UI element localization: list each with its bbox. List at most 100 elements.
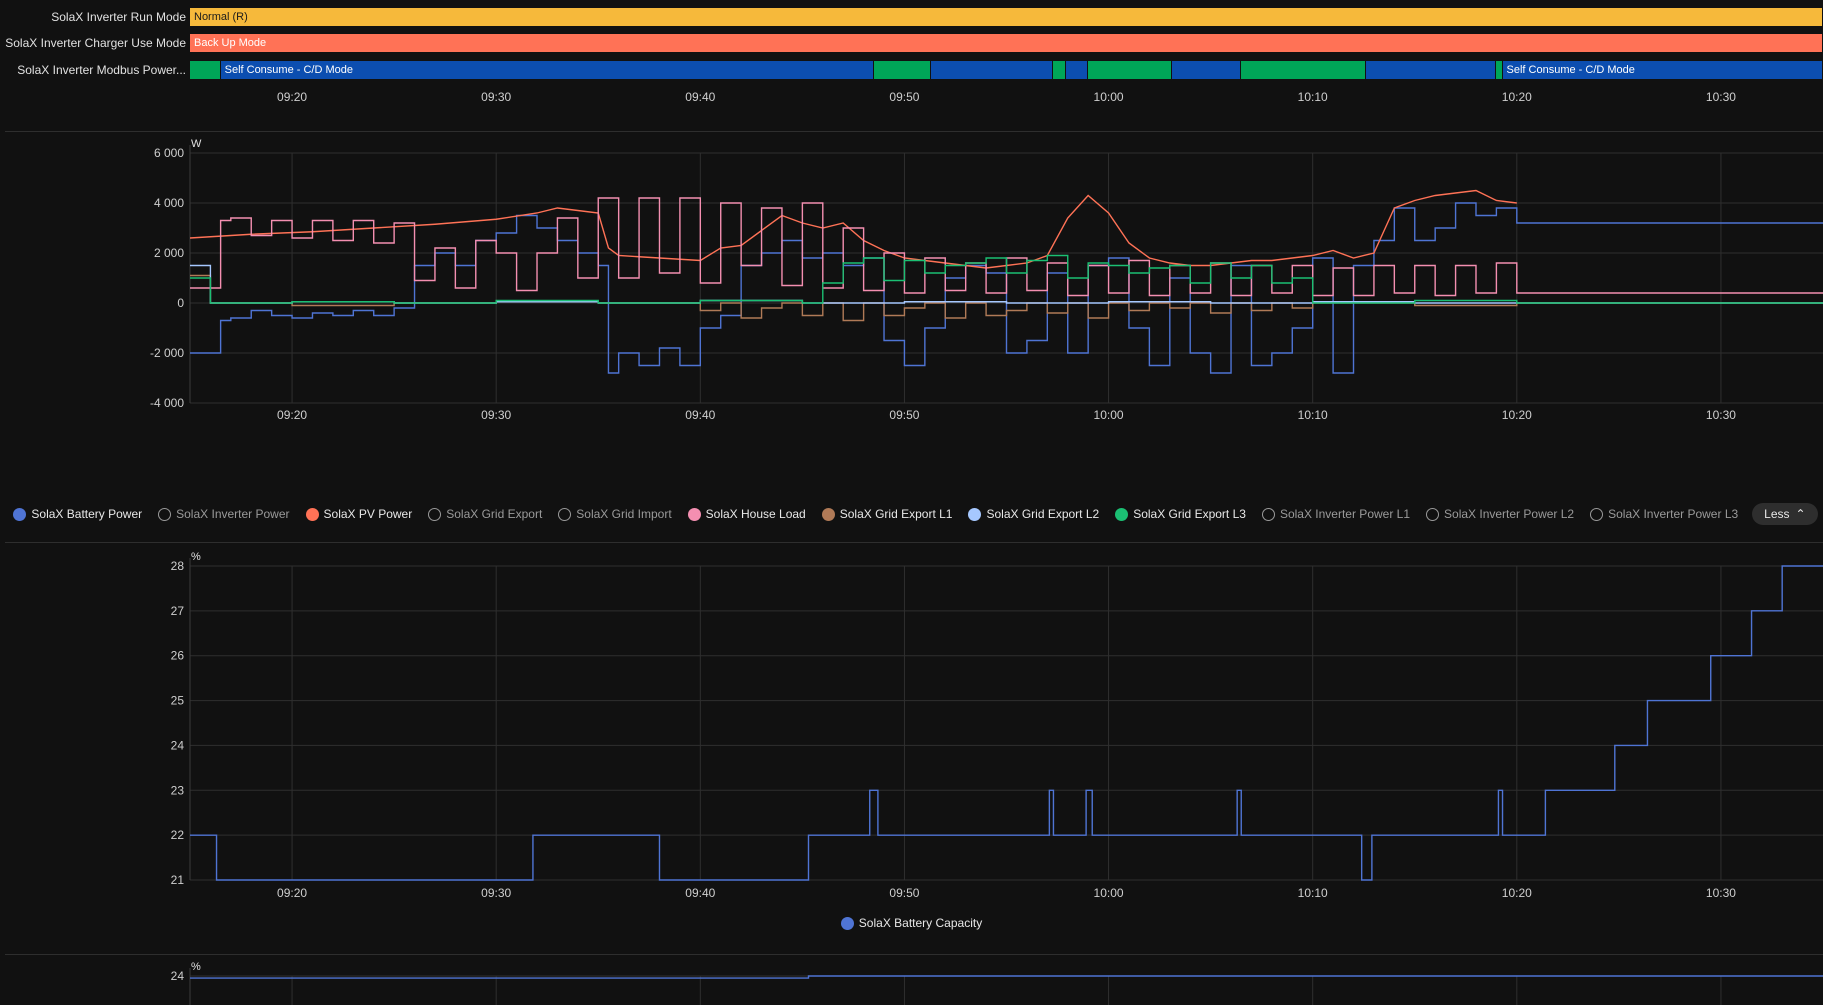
- legend-label: SolaX Grid Export L2: [986, 507, 1100, 521]
- y-tick-label: 2 000: [154, 246, 184, 260]
- section-divider: [5, 131, 1823, 132]
- legend-label: SolaX Inverter Power: [176, 507, 290, 521]
- x-tick-label: 10:20: [1502, 408, 1532, 422]
- x-tick-label: 10:30: [1706, 408, 1736, 422]
- legend-item-solax-grid-export[interactable]: SolaX Grid Export: [428, 507, 542, 521]
- x-tick-label: 09:40: [685, 886, 715, 900]
- series-line-solax-house-load: [190, 197, 1823, 297]
- legend-item-solax-battery-capacity[interactable]: SolaX Battery Capacity: [840, 916, 983, 930]
- legend-dot-icon: [1115, 507, 1129, 521]
- y-tick-label: 24: [171, 738, 185, 752]
- timeline-segment[interactable]: Self Consume - C/D Mode: [220, 61, 873, 79]
- timeline-segment[interactable]: [1365, 61, 1496, 79]
- x-tick-label: 10:00: [1094, 886, 1124, 900]
- legend-dot-icon: [1426, 507, 1440, 521]
- legend-item-solax-inverter-power-l3[interactable]: SolaX Inverter Power L3: [1590, 507, 1738, 521]
- y-tick-label: -2 000: [150, 346, 184, 360]
- y-tick-label: 21: [171, 873, 185, 887]
- legend-label: SolaX Battery Power: [31, 507, 143, 521]
- legend-less-button[interactable]: Less ⌃: [1752, 503, 1818, 525]
- x-tick-label: 09:50: [889, 408, 919, 422]
- timeline-segment[interactable]: Normal (R): [190, 8, 1822, 26]
- y-tick-label: 27: [171, 604, 185, 618]
- legend-label: SolaX Battery Capacity: [858, 916, 983, 930]
- legend-item-solax-inverter-power[interactable]: SolaX Inverter Power: [158, 507, 290, 521]
- timeline-segment[interactable]: [1088, 61, 1171, 79]
- timeline-segment[interactable]: [873, 61, 930, 79]
- chevron-up-icon: ⌃: [1795, 507, 1806, 521]
- y-tick-label: 6 000: [154, 146, 184, 160]
- x-tick-label: 10:10: [1298, 408, 1328, 422]
- legend-item-solax-inverter-power-l1[interactable]: SolaX Inverter Power L1: [1261, 507, 1411, 521]
- timeline-tick-label: 10:10: [1297, 90, 1328, 104]
- timeline-tick-label: 10:20: [1501, 90, 1532, 104]
- grid: [189, 968, 1823, 1005]
- timeline-tick-label: 09:20: [277, 90, 308, 104]
- timeline-segment[interactable]: Self Consume - C/D Mode: [1502, 61, 1822, 79]
- legend-dot-icon: [821, 507, 835, 521]
- series-line-solax-battery-capacity: [190, 565, 1823, 881]
- y-tick-label: 26: [171, 649, 185, 663]
- timeline-track: Back Up Mode: [190, 34, 1823, 52]
- legend-dot-icon: [158, 507, 172, 521]
- timeline-row-label: SolaX Inverter Run Mode: [51, 10, 186, 24]
- legend-item-solax-battery-power[interactable]: SolaX Battery Power: [13, 507, 142, 521]
- grid: [189, 558, 1823, 881]
- legend-dot-icon: [687, 507, 701, 521]
- y-tick-label: 22: [171, 828, 185, 842]
- legend-item-solax-pv-power[interactable]: SolaX PV Power: [305, 507, 413, 521]
- y-tick-label: 25: [171, 694, 185, 708]
- timeline-segment[interactable]: [1065, 61, 1088, 79]
- legend-item-solax-house-load[interactable]: SolaX House Load: [687, 507, 806, 521]
- y-tick-label: 0: [177, 296, 184, 310]
- y-unit-label: W: [191, 138, 202, 150]
- legend-label: SolaX Grid Import: [576, 507, 672, 521]
- legend-dot-icon: [840, 916, 854, 930]
- legend-dot-icon: [1261, 507, 1275, 521]
- timeline-segment[interactable]: [1171, 61, 1241, 79]
- x-tick-label: 10:30: [1706, 886, 1736, 900]
- timeline-segment[interactable]: Back Up Mode: [190, 34, 1822, 52]
- battery-capacity-chart[interactable]: 28 27 26 25 24 23 22 21 09:20 09:30 09:40 09:50 10:0…: [0, 550, 1823, 905]
- battery-capacity-legend: SolaX Battery Capacity: [0, 916, 1823, 930]
- legend-label: SolaX Inverter Power L1: [1279, 507, 1411, 521]
- legend-label: SolaX PV Power: [323, 507, 413, 521]
- timeline-segment[interactable]: [930, 61, 1053, 79]
- x-tick-label: 09:20: [277, 886, 307, 900]
- x-tick-label: 10:10: [1298, 886, 1328, 900]
- legend-item-solax-grid-export-l2[interactable]: SolaX Grid Export L2: [968, 507, 1099, 521]
- legend-dot-icon: [968, 507, 982, 521]
- y-tick-label: 23: [171, 783, 185, 797]
- y-tick-label: -4 000: [150, 396, 184, 410]
- timeline-tick-label: 09:30: [481, 90, 512, 104]
- x-tick-label: 09:20: [277, 408, 307, 422]
- timeline-segment[interactable]: [1241, 61, 1365, 79]
- legend-dot-icon: [428, 507, 442, 521]
- power-chart-legend: SolaX Battery Power SolaX Inverter Power S…: [0, 503, 1823, 525]
- less-button-label: Less: [1764, 507, 1790, 521]
- timeline-segment[interactable]: [1496, 61, 1502, 79]
- legend-label: SolaX Inverter Power L2: [1444, 507, 1575, 521]
- legend-dot-icon: [1590, 507, 1604, 521]
- y-tick-label: 24: [171, 969, 185, 983]
- power-chart[interactable]: 6 000 4 000 2 000 0 -2 000 -4 000 09:20 09:30 09…: [0, 135, 1823, 495]
- timeline-tick-label: 10:30: [1705, 90, 1736, 104]
- timeline-segment[interactable]: [1053, 61, 1065, 79]
- timeline-row-label: SolaX Inverter Charger Use Mode: [5, 36, 186, 50]
- timeline-track: Self Consume - C/D Mode Self Consume - C/…: [190, 61, 1823, 79]
- legend-label: SolaX Inverter Power L3: [1608, 507, 1739, 521]
- legend-item-solax-inverter-power-l2[interactable]: SolaX Inverter Power L2: [1426, 507, 1574, 521]
- legend-item-solax-grid-export-l1[interactable]: SolaX Grid Export L1: [821, 507, 952, 521]
- legend-item-solax-grid-export-l3[interactable]: SolaX Grid Export L3: [1115, 507, 1246, 521]
- legend-label: SolaX House Load: [705, 507, 806, 521]
- y-unit-label: %: [191, 551, 201, 563]
- section-divider: [5, 954, 1823, 955]
- legend-dot-icon: [558, 507, 572, 521]
- y-unit-label: %: [191, 961, 201, 973]
- timeline-segment[interactable]: [190, 61, 220, 79]
- series-line-solax-pv-power: [190, 189, 1517, 269]
- x-tick-label: 10:00: [1094, 408, 1124, 422]
- legend-item-solax-grid-import[interactable]: SolaX Grid Import: [558, 507, 672, 521]
- timeline-tick-label: 10:00: [1093, 90, 1124, 104]
- third-chart[interactable]: 24%: [0, 958, 1823, 1005]
